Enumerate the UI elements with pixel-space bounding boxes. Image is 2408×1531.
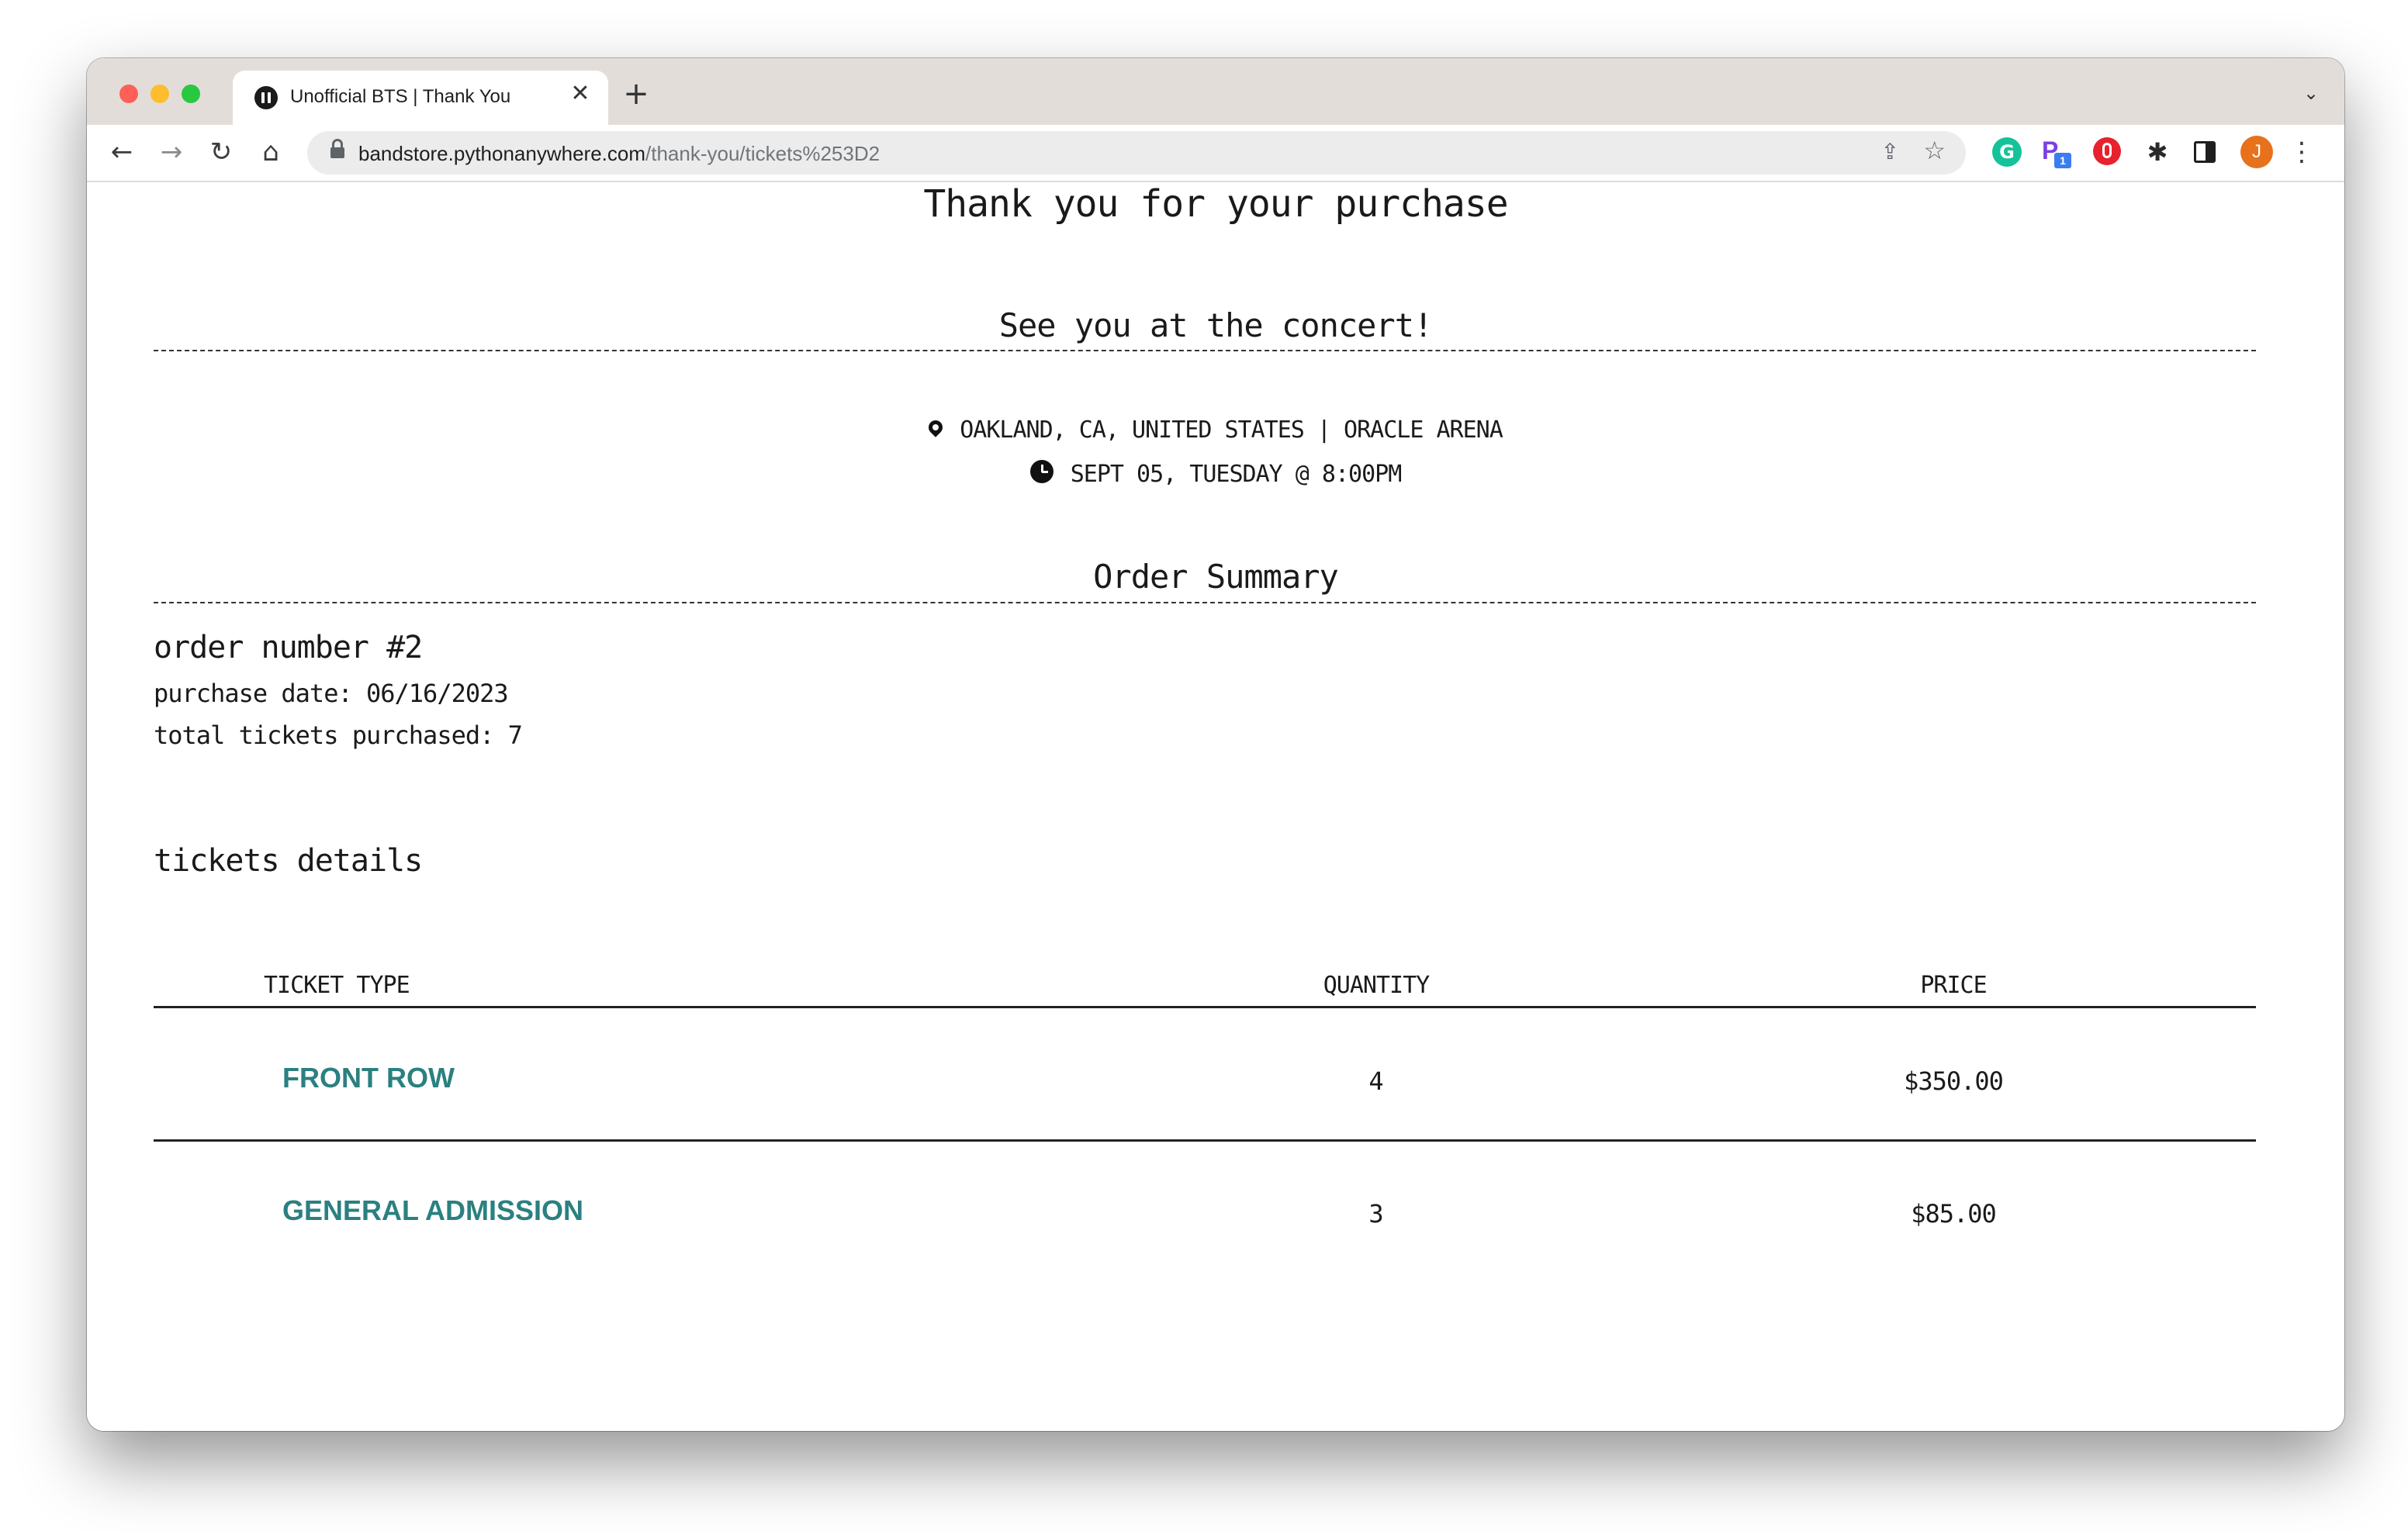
profile-avatar[interactable]: J (2240, 136, 2273, 168)
ticket-type-cell[interactable]: FRONT ROW (282, 1062, 455, 1094)
url-path: /thank-you/tickets%253D2 (645, 142, 881, 165)
table-header-rule (154, 1006, 2256, 1008)
address-bar[interactable]: bandstore.pythonanywhere.com/thank-you/t… (307, 131, 1966, 175)
table-row-rule (154, 1139, 2256, 1142)
maximize-window-button[interactable] (182, 85, 200, 103)
page-subtitle: See you at the concert! (998, 306, 1434, 344)
quantity-cell: 4 (1368, 1066, 1384, 1096)
puzzle-icon[interactable]: ✱ (2143, 137, 2172, 167)
forward-icon[interactable]: → (154, 134, 189, 170)
datetime-text: SEPT 05, TUESDAY @ 8:00PM (1070, 461, 1403, 488)
tab-search-chevron-icon[interactable]: ⌄ (2299, 81, 2323, 105)
ticket-type-cell[interactable]: GENERAL ADMISSION (282, 1194, 583, 1227)
total-tickets: total tickets purchased: 7 (154, 721, 523, 750)
tab-strip: Unofficial BTS | Thank You ✕ + ⌄ (87, 58, 2344, 125)
home-icon[interactable]: ⌂ (253, 134, 289, 170)
tab-title: Unofficial BTS | Thank You (290, 86, 511, 107)
price-cell: $350.00 (1904, 1066, 2004, 1096)
side-panel-icon[interactable] (2194, 141, 2216, 163)
p-extension-icon[interactable]: P1 (2042, 137, 2071, 168)
share-icon[interactable]: ⇪ (1881, 139, 1899, 164)
minimize-window-button[interactable] (150, 85, 169, 103)
browser-window: Unofficial BTS | Thank You ✕ + ⌄ ← → ↻ ⌂… (87, 58, 2344, 1431)
browser-toolbar: ← → ↻ ⌂ bandstore.pythonanywhere.com/tha… (87, 125, 2344, 182)
extension-badge: 1 (2054, 153, 2071, 168)
reload-icon[interactable]: ↻ (203, 134, 239, 170)
order-number: order number #2 (154, 630, 423, 665)
grammarly-icon[interactable]: G (1992, 137, 2022, 167)
tab-close-icon[interactable]: ✕ (566, 80, 594, 108)
column-header-ticket-type: TICKET TYPE (264, 972, 410, 999)
venue-line: OAKLAND, CA, UNITED STATES | ORACLE AREN… (87, 416, 2344, 444)
close-window-button[interactable] (119, 85, 138, 103)
page-title: Thank you for your purchase (923, 182, 1508, 226)
datetime-line: SEPT 05, TUESDAY @ 8:00PM (87, 458, 2344, 488)
url-host: bandstore.pythonanywhere.com (358, 142, 646, 165)
divider (154, 350, 2256, 351)
favicon-icon (254, 86, 278, 109)
star-icon[interactable]: ☆ (1923, 136, 1946, 165)
menu-icon[interactable]: ⋮ (2289, 137, 2315, 167)
back-icon[interactable]: ← (104, 134, 140, 170)
order-summary-heading: Order Summary (1093, 558, 1339, 596)
tab-active[interactable]: Unofficial BTS | Thank You ✕ (233, 71, 608, 125)
venue-text: OAKLAND, CA, UNITED STATES | ORACLE AREN… (960, 416, 1503, 444)
page-content: Thank you for your purchase See you at t… (87, 182, 2344, 1431)
clock-icon (1029, 460, 1054, 483)
location-pin-icon (925, 417, 946, 437)
divider (154, 602, 2256, 603)
lock-icon[interactable] (330, 139, 344, 158)
quantity-cell: 3 (1368, 1199, 1384, 1229)
purchase-date: purchase date: 06/16/2023 (154, 679, 509, 708)
column-header-price: PRICE (1920, 972, 1987, 999)
price-cell: $85.00 (1911, 1199, 1997, 1229)
new-tab-button[interactable]: + (621, 78, 652, 109)
column-header-quantity: QUANTITY (1323, 972, 1431, 999)
shield-extension-icon[interactable] (2093, 137, 2121, 165)
url-text[interactable]: bandstore.pythonanywhere.com/thank-you/t… (358, 142, 880, 166)
tickets-details-heading: tickets details (154, 843, 423, 879)
